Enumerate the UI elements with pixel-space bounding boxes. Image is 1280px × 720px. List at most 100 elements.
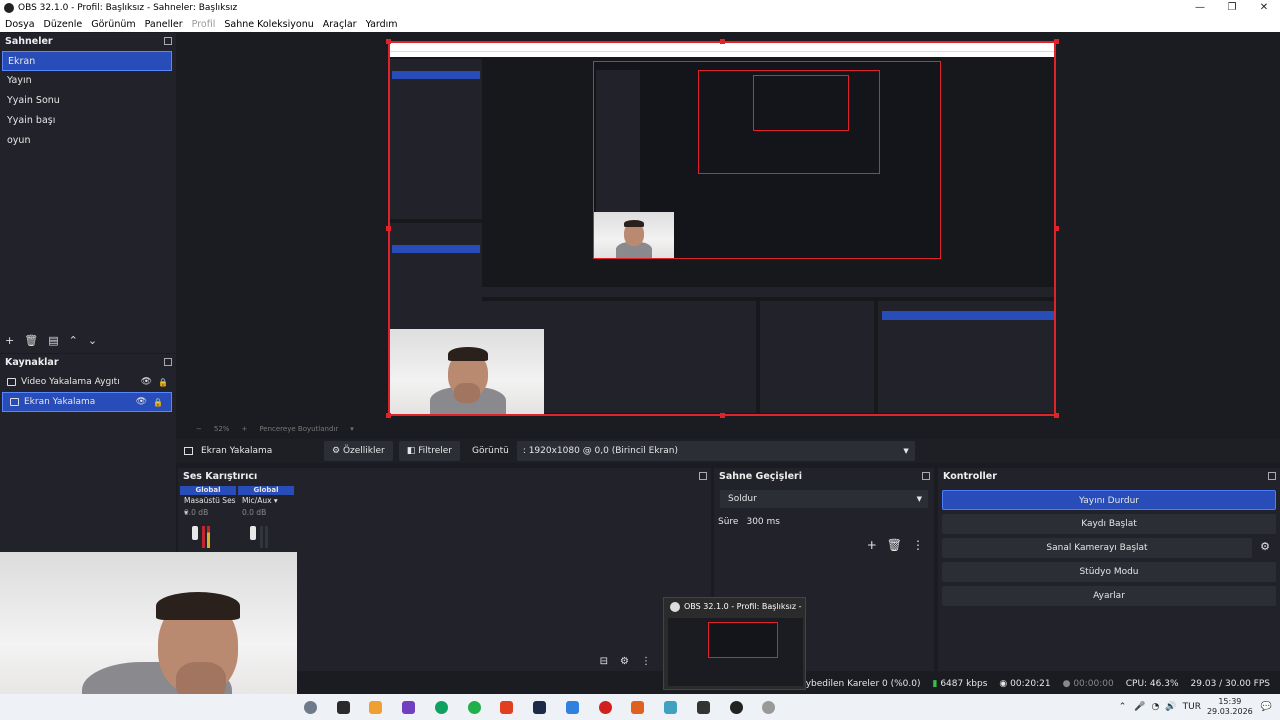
resize-handle[interactable] xyxy=(386,226,391,231)
resize-handle[interactable] xyxy=(1054,39,1059,44)
mixer-layout-icon[interactable]: ⊟ xyxy=(600,656,608,667)
more-icon[interactable]: ⋮ xyxy=(641,656,651,667)
add-transition-icon[interactable]: + xyxy=(867,538,877,552)
app-icon[interactable] xyxy=(697,701,710,714)
preview-canvas[interactable] xyxy=(388,41,1056,416)
scene-item-yyain-basi[interactable]: Yyain başı xyxy=(0,111,176,131)
start-recording-button[interactable]: Kaydı Başlat xyxy=(942,514,1276,534)
virtual-camera-gear-icon[interactable]: ⚙ xyxy=(1260,540,1270,553)
resize-handle[interactable] xyxy=(386,413,391,418)
volume-fader[interactable] xyxy=(250,526,256,540)
move-down-icon[interactable]: ⌄ xyxy=(88,334,97,347)
undock-icon[interactable] xyxy=(164,358,172,366)
signal-bars-icon: ▮ xyxy=(932,678,938,689)
obs-taskbar-icon[interactable] xyxy=(730,701,743,714)
start-virtual-camera-button[interactable]: Sanal Kamerayı Başlat xyxy=(942,538,1252,558)
undock-icon[interactable] xyxy=(1268,472,1276,480)
channel-name[interactable]: Mic/Aux ▾ xyxy=(238,495,294,507)
menu-gorunum[interactable]: Görünüm xyxy=(91,19,135,30)
resize-handle[interactable] xyxy=(720,39,725,44)
mixer-settings-icon[interactable]: ⚙ xyxy=(620,656,629,667)
channel-scope: Global xyxy=(238,486,294,495)
wifi-icon[interactable]: ◔ xyxy=(1152,702,1160,712)
transition-select[interactable]: Soldur ▼ xyxy=(720,490,928,508)
file-icon[interactable] xyxy=(337,701,350,714)
scene-filters-icon[interactable]: ▤ xyxy=(48,334,58,347)
scene-item-oyun[interactable]: oyun xyxy=(0,131,176,151)
whatsapp-icon[interactable] xyxy=(468,701,481,714)
menu-sahne-koleksiyonu[interactable]: Sahne Koleksiyonu xyxy=(224,19,313,30)
resize-handle[interactable] xyxy=(1054,226,1059,231)
remove-scene-icon[interactable]: 🗑 xyxy=(24,334,38,347)
source-item-screen-capture[interactable]: Ekran Yakalama 👁 🔒 xyxy=(2,392,172,412)
resize-handle[interactable] xyxy=(386,39,391,44)
app-icon[interactable] xyxy=(599,701,612,714)
app-icon[interactable] xyxy=(631,701,644,714)
resize-handle[interactable] xyxy=(720,413,725,418)
app-icon[interactable] xyxy=(762,701,775,714)
controls-header: Kontroller xyxy=(938,468,1280,486)
visual-studio-icon[interactable] xyxy=(402,701,415,714)
clock[interactable]: 15:39 29.03.2026 xyxy=(1207,697,1253,717)
scene-item-yyain-sonu[interactable]: Yyain Sonu xyxy=(0,91,176,111)
menu-paneller[interactable]: Paneller xyxy=(145,19,183,30)
scene-item-yayin[interactable]: Yayın xyxy=(0,71,176,91)
volume-fader[interactable] xyxy=(192,526,198,540)
maximize-icon[interactable]: ❐ xyxy=(1216,0,1248,16)
studio-mode-button[interactable]: Stüdyo Modu xyxy=(942,562,1276,582)
app-icon[interactable] xyxy=(664,701,677,714)
brave-icon[interactable] xyxy=(500,701,513,714)
source-item-video-capture[interactable]: Video Yakalama Aygıtı 👁 🔒 xyxy=(0,372,176,392)
zoom-out-icon[interactable]: − xyxy=(196,425,202,433)
folder-icon[interactable] xyxy=(369,701,382,714)
channel-name[interactable]: Masaüstü Ses ▾ xyxy=(180,495,236,517)
display-select[interactable]: : 1920x1080 @ 0,0 (Birincil Ekran) ▼ xyxy=(516,441,915,461)
chevron-up-icon[interactable]: ⌃ xyxy=(1119,702,1127,712)
window-title: OBS 32.1.0 - Profil: Başlıksız - Sahnele… xyxy=(18,3,238,13)
app-icon[interactable] xyxy=(304,701,317,714)
eye-icon[interactable]: 👁 xyxy=(136,397,147,407)
menu-profil[interactable]: Profil xyxy=(192,19,216,30)
settings-button[interactable]: Ayarlar xyxy=(942,586,1276,606)
app-icon[interactable] xyxy=(435,701,448,714)
controls-dock: Kontroller Yayını Durdur Kaydı Başlat Sa… xyxy=(938,468,1280,671)
remove-transition-icon[interactable]: 🗑 xyxy=(887,538,902,552)
minimize-icon[interactable]: — xyxy=(1184,0,1216,16)
steam-icon[interactable] xyxy=(533,701,546,714)
close-icon[interactable]: ✕ xyxy=(1248,0,1280,16)
sources-dock: Kaynaklar Video Yakalama Aygıtı 👁 🔒 Ekra… xyxy=(0,354,176,554)
microphone-icon[interactable]: 🎤 xyxy=(1134,702,1145,712)
filters-button[interactable]: ◧ Filtreler xyxy=(398,441,460,461)
language-indicator[interactable]: TUR xyxy=(1183,702,1201,712)
scene-item-ekran[interactable]: Ekran xyxy=(2,51,172,71)
undock-icon[interactable] xyxy=(164,37,172,45)
move-up-icon[interactable]: ⌃ xyxy=(69,334,78,347)
more-icon[interactable]: ⋮ xyxy=(912,538,924,552)
duration-input[interactable]: 300 ms xyxy=(746,517,780,527)
preview-area xyxy=(176,33,1280,423)
eye-icon[interactable]: 👁 xyxy=(141,377,152,387)
undock-icon[interactable] xyxy=(922,472,930,480)
audio-mixer-title: Ses Karıştırıcı xyxy=(183,471,258,482)
chevron-down-icon[interactable]: ▾ xyxy=(350,425,354,433)
fit-mode[interactable]: Pencereye Boyutlandır xyxy=(259,425,338,433)
zoom-in-icon[interactable]: + xyxy=(241,425,247,433)
properties-button[interactable]: ⚙ Özellikler xyxy=(324,441,393,461)
menu-yardim[interactable]: Yardım xyxy=(366,19,398,30)
resize-handle[interactable] xyxy=(1054,413,1059,418)
menu-duzenle[interactable]: Düzenle xyxy=(44,19,83,30)
nested-source-selected xyxy=(392,245,480,253)
stop-streaming-button[interactable]: Yayını Durdur xyxy=(942,490,1276,510)
notification-icon[interactable]: 💬 xyxy=(1261,702,1272,712)
menu-dosya[interactable]: Dosya xyxy=(5,19,35,30)
mixer-channel-mic: Global Mic/Aux ▾ 0.0 dB xyxy=(238,486,294,548)
add-scene-icon[interactable]: + xyxy=(5,334,14,347)
camera-icon xyxy=(7,378,16,386)
app-icon[interactable] xyxy=(566,701,579,714)
lock-icon[interactable]: 🔒 xyxy=(153,398,163,407)
undock-icon[interactable] xyxy=(699,472,707,480)
volume-icon[interactable]: 🔊 xyxy=(1165,702,1176,712)
lock-icon[interactable]: 🔒 xyxy=(158,378,168,387)
menu-araclar[interactable]: Araçlar xyxy=(323,19,357,30)
taskbar-thumbnail-popup[interactable]: OBS 32.1.0 - Profil: Başlıksız - Sa... xyxy=(663,597,806,690)
